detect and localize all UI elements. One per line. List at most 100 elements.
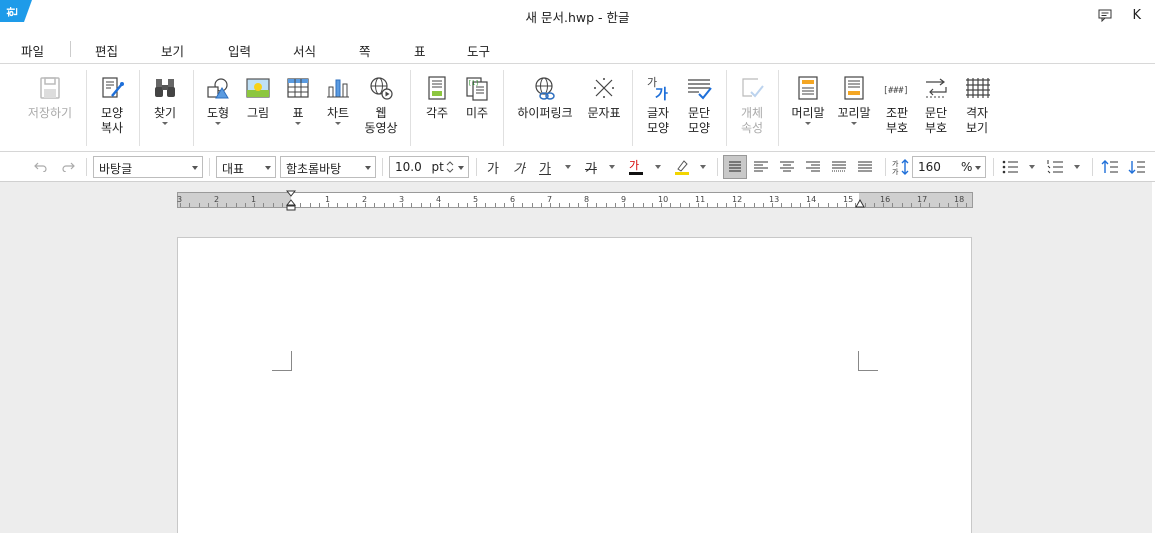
- divide-icon[interactable]: [856, 158, 874, 176]
- find-dropdown-caret[interactable]: [162, 122, 168, 125]
- bold-button[interactable]: 가: [487, 158, 499, 177]
- copy-format-button[interactable]: 모양 복사: [96, 74, 128, 136]
- ribbon-toolbar: 저장하기 모양 복사 찾기 도형 그림 표 차트 웹 동영상 각주 [1] 미주…: [0, 64, 1155, 152]
- horizontal-ruler[interactable]: 3 2 1 1 2 3 4 5 6 7 8 9 10 11 12 13 14 15 16 17 18: [177, 190, 973, 211]
- endnote-button[interactable]: [1] 미주: [462, 74, 492, 121]
- save-button[interactable]: 저장하기: [22, 74, 78, 121]
- object-properties-button[interactable]: 개체 속성: [737, 74, 767, 136]
- line-spacing-icon[interactable]: 가 가: [892, 158, 910, 176]
- ruler-tick: [920, 203, 921, 207]
- font-value: 함초롬바탕: [286, 162, 342, 176]
- find-button[interactable]: 찾기: [150, 74, 180, 125]
- ruler-tick: [698, 203, 699, 207]
- menu-format[interactable]: 서식: [293, 41, 316, 60]
- align-justify-button[interactable]: [723, 155, 747, 179]
- highlight-dropdown-caret[interactable]: [700, 165, 706, 169]
- ruler-tick: [587, 203, 588, 207]
- para-shape-button[interactable]: 문단 모양: [684, 74, 714, 136]
- font-size-unit: pt: [431, 160, 444, 174]
- copy-format-label-1: 모양: [100, 106, 124, 120]
- increase-indent-icon[interactable]: [1101, 158, 1119, 176]
- menu-view[interactable]: 보기: [161, 41, 184, 60]
- comment-icon[interactable]: [1098, 9, 1112, 22]
- menu-insert[interactable]: 입력: [228, 41, 251, 60]
- shape-button[interactable]: 도형: [203, 74, 233, 125]
- redo-icon[interactable]: [61, 160, 75, 172]
- font-size-value: 10.0: [395, 160, 422, 174]
- ruler-tick: [263, 203, 264, 207]
- menu-tools[interactable]: 도구: [467, 41, 490, 60]
- ruler-tick: [421, 203, 422, 207]
- footer-dropdown-caret[interactable]: [851, 122, 857, 125]
- char-shape-button[interactable]: 가 가 글자 모양: [643, 74, 673, 136]
- user-account-button[interactable]: K: [1132, 8, 1141, 23]
- grid-view-button[interactable]: 격자 보기: [962, 74, 992, 136]
- font-select[interactable]: 함초롬바탕: [280, 156, 376, 178]
- ruler-tick: [680, 203, 681, 207]
- strikethrough-button[interactable]: 가: [585, 158, 597, 177]
- line-spacing-icon-text-top: 가: [892, 159, 899, 168]
- line-spacing-field[interactable]: 160 %: [912, 156, 986, 178]
- paragraph-mark-button[interactable]: 문단 부호: [921, 74, 951, 136]
- menu-page[interactable]: 쪽: [359, 41, 371, 60]
- numbered-list-dropdown-caret[interactable]: [1074, 165, 1080, 169]
- picture-button[interactable]: 그림: [243, 74, 273, 121]
- align-center-icon[interactable]: [778, 158, 796, 176]
- ruler-label: 13: [769, 195, 780, 204]
- ruler-tick: [402, 203, 403, 207]
- language-select[interactable]: 대표: [216, 156, 276, 178]
- distribute-icon[interactable]: [830, 158, 848, 176]
- underline-button[interactable]: 가: [539, 158, 551, 177]
- menu-table[interactable]: 표: [414, 41, 426, 60]
- bullet-list-icon[interactable]: [1001, 158, 1019, 176]
- right-indent-marker-icon[interactable]: [855, 199, 865, 209]
- ruler-label: 10: [658, 195, 669, 204]
- document-page[interactable]: [177, 237, 972, 533]
- indent-marker-icon[interactable]: [286, 190, 296, 212]
- chart-button[interactable]: 차트: [323, 74, 353, 125]
- decrease-indent-icon[interactable]: [1128, 158, 1146, 176]
- align-left-icon[interactable]: [752, 158, 770, 176]
- paragraph-mark-label-1: 문단: [924, 106, 948, 120]
- undo-icon[interactable]: [34, 160, 48, 172]
- highlighter-icon[interactable]: [674, 159, 690, 175]
- layout-code-button[interactable]: [###] 조판 부호: [880, 74, 914, 136]
- font-color-dropdown-caret[interactable]: [655, 165, 661, 169]
- footer-button[interactable]: 꼬리말: [834, 74, 874, 125]
- italic-button[interactable]: 가: [513, 158, 525, 177]
- hyperlink-button[interactable]: 하이퍼링크: [513, 74, 577, 121]
- style-select[interactable]: 바탕글: [93, 156, 203, 178]
- shape-dropdown-caret[interactable]: [215, 122, 221, 125]
- underline-dropdown-caret[interactable]: [565, 165, 571, 169]
- menu-file[interactable]: 파일: [21, 41, 44, 60]
- ruler-tick: [458, 203, 459, 207]
- ruler-tick: [254, 203, 255, 207]
- layout-code-icon: [###]: [883, 86, 909, 96]
- bullet-list-dropdown-caret[interactable]: [1029, 165, 1035, 169]
- header-dropdown-caret[interactable]: [805, 122, 811, 125]
- font-size-field[interactable]: 10.0 pt: [389, 156, 469, 178]
- char-map-label: 문자표: [587, 106, 621, 120]
- ruler-tick: [245, 203, 246, 207]
- font-color-button[interactable]: 가: [629, 157, 639, 173]
- ruler-tick: [846, 203, 847, 207]
- align-right-icon[interactable]: [804, 158, 822, 176]
- ruler-tick: [430, 203, 431, 207]
- toolbar-divider: [86, 158, 87, 176]
- menu-edit[interactable]: 편집: [95, 41, 118, 60]
- ruler-label: 12: [732, 195, 743, 204]
- web-video-button[interactable]: 웹 동영상: [361, 74, 401, 136]
- char-map-button[interactable]: 문자표: [584, 74, 624, 121]
- strikethrough-dropdown-caret[interactable]: [609, 165, 615, 169]
- character-map-icon: [594, 78, 614, 98]
- ruler-tick: [208, 203, 209, 207]
- header-button[interactable]: 머리말: [788, 74, 828, 125]
- char-shape-icon: 가 가: [647, 76, 668, 102]
- ruler-label: 16: [880, 195, 891, 204]
- numbered-list-icon[interactable]: [1046, 158, 1064, 176]
- footnote-button[interactable]: 각주: [422, 74, 452, 121]
- font-size-spinner-icon[interactable]: [446, 159, 454, 175]
- table-dropdown-caret[interactable]: [295, 122, 301, 125]
- table-button[interactable]: 표: [283, 74, 313, 125]
- chart-dropdown-caret[interactable]: [335, 122, 341, 125]
